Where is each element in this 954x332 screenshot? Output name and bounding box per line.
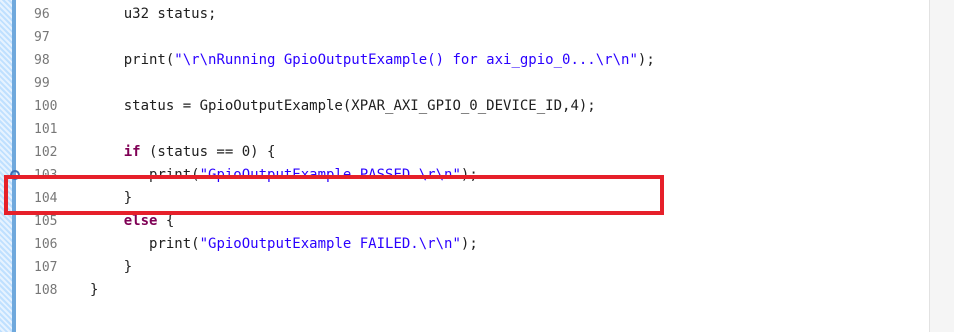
overview-ruler[interactable] [929, 0, 954, 332]
line-number[interactable]: 101 [18, 118, 78, 141]
code-line[interactable]: } [90, 279, 98, 302]
code-editor[interactable]: 96 97 98 99 100 101 102 103 104 105 106 107 108 u32 … [0, 0, 954, 332]
line-number-text: 97 [34, 30, 50, 45]
code-line[interactable]: u32 status; [90, 3, 217, 26]
line-number[interactable]: 97 [18, 26, 78, 49]
code-keyword: if [123, 144, 141, 160]
line-number-text: 107 [34, 260, 58, 275]
code-text: ); [460, 236, 478, 252]
line-number[interactable]: 107 [18, 256, 78, 279]
line-number[interactable]: 98 [18, 49, 78, 72]
line-number[interactable]: 99 [18, 72, 78, 95]
code-text: status = GpioOutputExample(XPAR_AXI_GPIO… [123, 98, 596, 114]
line-number[interactable]: 106 [18, 233, 78, 256]
line-number-text: 99 [34, 76, 50, 91]
code-line[interactable]: print("GpioOutputExample FAILED.\r\n"); [90, 233, 478, 256]
highlight-annotation-box [4, 175, 664, 215]
code-string: "\r\nRunning GpioOutputExample() for axi… [174, 52, 638, 68]
code-line[interactable]: status = GpioOutputExample(XPAR_AXI_GPIO… [90, 95, 596, 118]
line-number-text: 108 [34, 283, 58, 298]
code-text: (status == 0) { [140, 144, 276, 160]
line-number-text: 102 [34, 145, 58, 160]
line-number[interactable]: 108 [18, 279, 78, 302]
line-number-text: 100 [34, 99, 58, 114]
line-number-text: 98 [34, 53, 50, 68]
line-number[interactable]: 102 [18, 141, 78, 164]
code-text: print( [149, 236, 200, 252]
code-line[interactable]: if (status == 0) { [90, 141, 276, 164]
code-text: } [123, 259, 133, 275]
code-text: u32 status; [123, 6, 217, 22]
line-number-text: 101 [34, 122, 58, 137]
gutter-accent-bar [12, 0, 16, 332]
line-number[interactable]: 100 [18, 95, 78, 118]
code-text: { [157, 213, 175, 229]
line-number[interactable]: 96 [18, 3, 78, 26]
code-text: } [90, 282, 99, 298]
line-number-text: 96 [34, 7, 50, 22]
code-text: ); [637, 52, 655, 68]
editor-left-strip [0, 0, 12, 332]
code-text: print( [123, 52, 175, 68]
code-keyword: else [123, 213, 158, 229]
code-line[interactable]: } [90, 256, 132, 279]
code-line[interactable]: print("\r\nRunning GpioOutputExample() f… [90, 49, 655, 72]
code-string: "GpioOutputExample FAILED.\r\n" [199, 236, 461, 252]
line-number-text: 106 [34, 237, 58, 252]
